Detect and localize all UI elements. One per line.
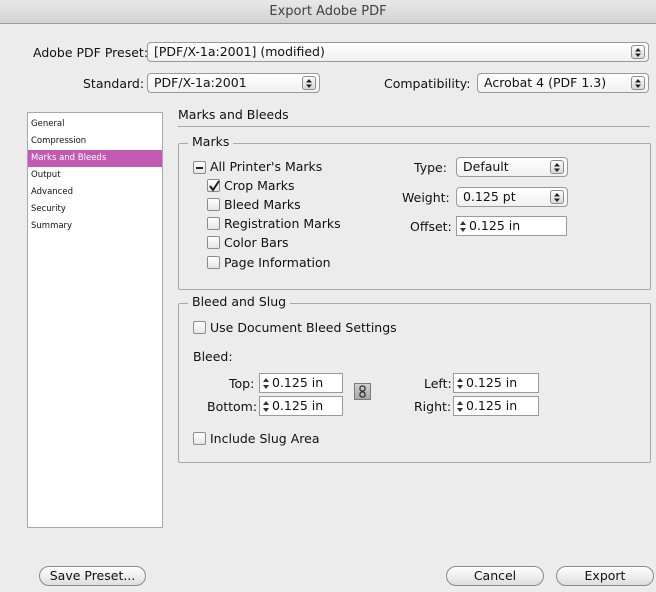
compatibility-popup[interactable]: Acrobat 4 (PDF 1.3) <box>477 73 649 93</box>
include-slug-label: Include Slug Area <box>210 431 320 446</box>
use-document-bleed-label: Use Document Bleed Settings <box>210 320 397 335</box>
weight-value: 0.125 pt <box>463 189 516 204</box>
bleed-left-value: 0.125 in <box>466 375 518 390</box>
compatibility-label: Compatibility: <box>384 76 471 91</box>
type-label: Type: <box>414 160 447 175</box>
sidebar-item-general[interactable]: General <box>28 116 162 133</box>
sidebar-item-summary[interactable]: Summary <box>28 218 162 235</box>
cancel-button[interactable]: Cancel <box>446 566 544 586</box>
offset-field[interactable]: 0.125 in <box>456 216 567 236</box>
registration-marks-checkbox[interactable] <box>207 217 220 230</box>
crop-marks-checkbox[interactable] <box>207 179 220 192</box>
sidebar: General Compression Marks and Bleeds Out… <box>27 112 163 528</box>
popup-arrows-icon <box>550 190 564 204</box>
sidebar-item-compression[interactable]: Compression <box>28 133 162 150</box>
sidebar-item-advanced[interactable]: Advanced <box>28 184 162 201</box>
stepper-icon[interactable] <box>262 377 270 390</box>
weight-label: Weight: <box>402 190 450 205</box>
weight-popup[interactable]: 0.125 pt <box>456 187 568 207</box>
bleed-top-field[interactable]: 0.125 in <box>259 373 343 393</box>
type-popup[interactable]: Default <box>456 157 568 177</box>
standard-label: Standard: <box>83 76 145 91</box>
standard-value: PDF/X-1a:2001 <box>154 75 247 90</box>
compatibility-value: Acrobat 4 (PDF 1.3) <box>484 75 607 90</box>
export-button[interactable]: Export <box>556 566 654 586</box>
bleed-label: Bleed: <box>193 349 233 364</box>
bleed-right-field[interactable]: 0.125 in <box>453 396 539 416</box>
preset-label: Adobe PDF Preset: <box>33 45 149 60</box>
registration-marks-label: Registration Marks <box>224 216 341 231</box>
bleed-top-value: 0.125 in <box>272 375 324 390</box>
all-printers-marks-label: All Printer's Marks <box>210 159 323 174</box>
checkmark-icon <box>209 180 220 192</box>
sidebar-item-security[interactable]: Security <box>28 201 162 218</box>
bleed-marks-checkbox[interactable] <box>207 198 220 211</box>
page-information-checkbox[interactable] <box>207 256 220 269</box>
chain-link-icon[interactable] <box>354 383 371 400</box>
dash-icon <box>196 167 203 169</box>
offset-value: 0.125 in <box>469 218 521 233</box>
preset-value: [PDF/X-1a:2001] (modified) <box>154 44 325 59</box>
sidebar-item-marks-and-bleeds[interactable]: Marks and Bleeds <box>28 150 162 167</box>
popup-arrows-icon <box>302 76 316 90</box>
bleed-left-field[interactable]: 0.125 in <box>453 373 539 393</box>
color-bars-label: Color Bars <box>224 235 289 250</box>
bleed-marks-label: Bleed Marks <box>224 197 301 212</box>
bleed-bottom-field[interactable]: 0.125 in <box>259 396 343 416</box>
use-document-bleed-checkbox[interactable] <box>193 321 206 334</box>
stepper-icon[interactable] <box>456 400 464 413</box>
all-printers-marks-checkbox[interactable] <box>193 161 206 174</box>
bleed-right-label: Right: <box>414 399 452 414</box>
marks-group-title: Marks <box>188 134 234 149</box>
popup-arrows-icon <box>550 160 564 174</box>
page-information-label: Page Information <box>224 255 331 270</box>
bleed-right-value: 0.125 in <box>466 398 518 413</box>
save-preset-button[interactable]: Save Preset... <box>39 566 146 586</box>
include-slug-checkbox[interactable] <box>193 432 206 445</box>
popup-arrows-icon <box>631 45 645 59</box>
type-value: Default <box>463 159 509 174</box>
preset-popup[interactable]: [PDF/X-1a:2001] (modified) <box>147 42 649 62</box>
bleed-top-label: Top: <box>229 376 255 391</box>
stepper-icon[interactable] <box>459 220 467 233</box>
panel-title: Marks and Bleeds <box>178 107 289 122</box>
bleed-bottom-label: Bottom: <box>207 399 258 414</box>
stepper-icon[interactable] <box>456 377 464 390</box>
crop-marks-label: Crop Marks <box>224 178 295 193</box>
window-title: Export Adobe PDF <box>0 0 656 24</box>
popup-arrows-icon <box>631 76 645 90</box>
stepper-icon[interactable] <box>262 400 270 413</box>
bleed-slug-group-title: Bleed and Slug <box>188 294 291 309</box>
panel-divider <box>178 126 650 127</box>
bleed-left-label: Left: <box>424 376 452 391</box>
bleed-bottom-value: 0.125 in <box>272 398 324 413</box>
standard-popup[interactable]: PDF/X-1a:2001 <box>147 73 320 93</box>
color-bars-checkbox[interactable] <box>207 236 220 249</box>
sidebar-item-output[interactable]: Output <box>28 167 162 184</box>
offset-label: Offset: <box>410 219 452 234</box>
